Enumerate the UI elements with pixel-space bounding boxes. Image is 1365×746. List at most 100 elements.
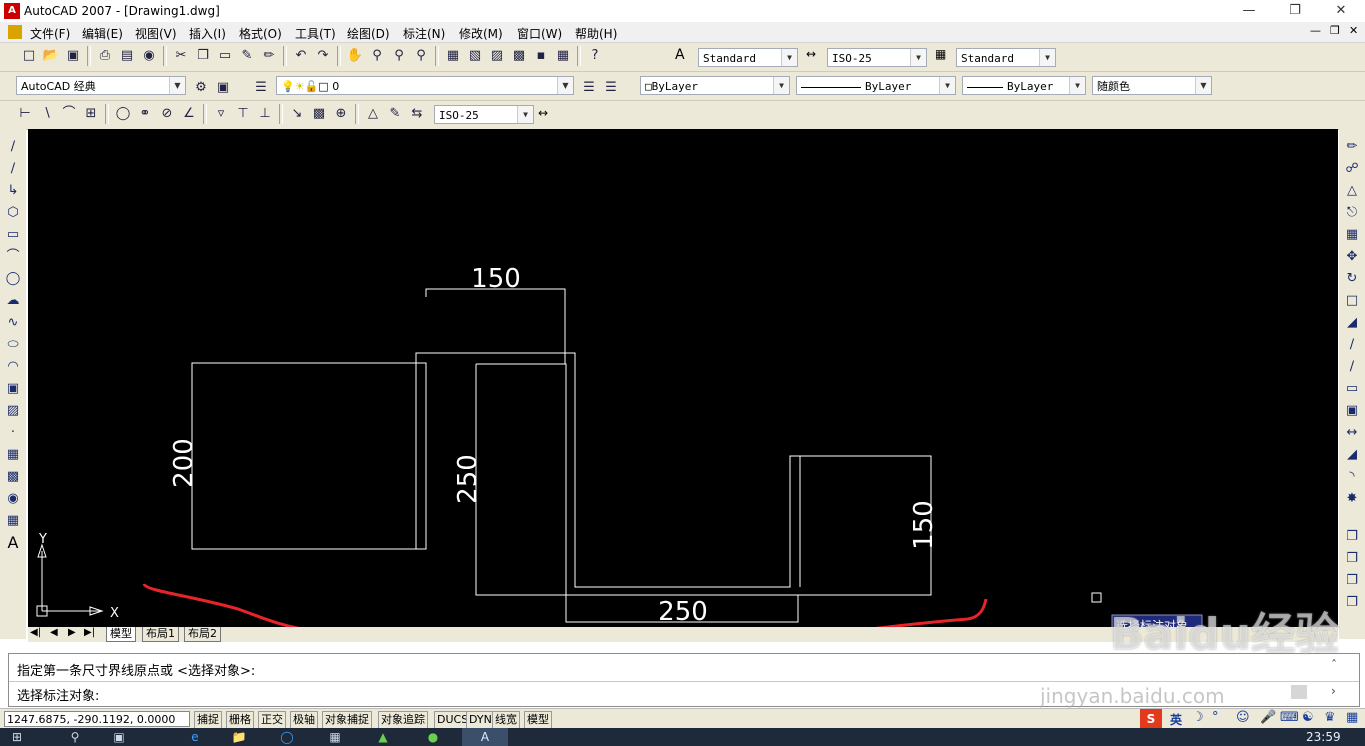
store-icon[interactable]: ▦ [318, 728, 352, 746]
shirt-icon[interactable]: ♛ [1324, 710, 1336, 725]
sogou-ime-icon[interactable]: S [1140, 709, 1162, 729]
start-icon[interactable]: ⊞ [0, 728, 34, 746]
emoji-icon[interactable]: ☺ [1236, 710, 1250, 725]
draworder-under-icon[interactable]: ❐ [1342, 593, 1362, 613]
document-icon[interactable] [8, 25, 22, 39]
doc-close-button[interactable]: ✕ [1349, 24, 1358, 37]
open-icon[interactable]: 📂 [41, 46, 61, 66]
offset-icon[interactable]: ⎋ [1342, 203, 1362, 223]
status-lineweight-button[interactable]: 线宽 [492, 711, 520, 729]
toolbox-icon[interactable]: ▦ [1346, 710, 1358, 725]
arc-icon[interactable]: ⌒ [3, 247, 23, 267]
properties-icon[interactable]: ▦ [443, 46, 463, 66]
revision-cloud-icon[interactable]: ☁ [3, 291, 23, 311]
stretch-icon[interactable]: ◢ [1342, 313, 1362, 333]
dim-style-select[interactable]: ISO-25 ▼ [827, 48, 927, 67]
construction-line-icon[interactable]: ∕ [3, 159, 23, 179]
task-view-icon[interactable]: ▣ [102, 728, 136, 746]
moon-icon[interactable]: ☽ [1192, 710, 1204, 725]
restore-button[interactable]: ❐ [1272, 0, 1318, 22]
zoom-window-icon[interactable]: ⚲ [389, 46, 409, 66]
chamfer-icon[interactable]: ◢ [1342, 445, 1362, 465]
trim-icon[interactable]: ∕ [1342, 335, 1362, 355]
status-osnap-button[interactable]: 对象捕捉 [322, 711, 372, 729]
insert-block-icon[interactable]: ▣ [3, 379, 23, 399]
undo-icon[interactable]: ↶ [291, 46, 311, 66]
status-model-button[interactable]: 模型 [524, 711, 552, 729]
multiline-text-icon[interactable]: A [3, 533, 23, 553]
status-snap-button[interactable]: 捕捉 [194, 711, 222, 729]
cut-icon[interactable]: ✂ [171, 46, 191, 66]
minimize-button[interactable]: — [1226, 0, 1272, 22]
line-icon[interactable]: ∕ [3, 137, 23, 157]
edge-browser-icon[interactable]: e [178, 728, 212, 746]
dim-text-edit-icon[interactable]: ✎ [385, 104, 405, 124]
arc-length-icon[interactable]: ⌒ [59, 104, 79, 124]
app-icon-2[interactable]: ● [416, 728, 450, 746]
make-current-layer-icon[interactable]: ☰ [579, 78, 599, 98]
erase-icon[interactable]: ✏ [1342, 137, 1362, 157]
zoom-realtime-icon[interactable]: ⚲ [367, 46, 387, 66]
tab-nav-next-icon[interactable]: ▶ [68, 627, 76, 638]
rotate-icon[interactable]: ↻ [1342, 269, 1362, 289]
fillet-icon[interactable]: ◝ [1342, 467, 1362, 487]
zoom-previous-icon[interactable]: ⚲ [411, 46, 431, 66]
close-button[interactable]: ✕ [1318, 0, 1364, 22]
ellipse-icon[interactable]: ⬭ [3, 335, 23, 355]
tab-nav-first-icon[interactable]: ◀| [30, 627, 41, 638]
redo-icon[interactable]: ↷ [313, 46, 333, 66]
radius-dim-icon[interactable]: ◯ [113, 104, 133, 124]
status-ortho-button[interactable]: 正交 [258, 711, 286, 729]
draworder-back-icon[interactable]: ❐ [1342, 549, 1362, 569]
quick-dim-icon[interactable]: ▿ [211, 104, 231, 124]
array-icon[interactable]: ▦ [1342, 225, 1362, 245]
tab-nav-prev-icon[interactable]: ◀ [50, 627, 58, 638]
dim-update-icon[interactable]: ⇆ [407, 104, 427, 124]
pan-icon[interactable]: ✋ [345, 46, 365, 66]
jogged-dim-icon[interactable]: ⚭ [135, 104, 155, 124]
file-explorer-icon[interactable]: 📁 [222, 728, 256, 746]
match-properties-icon[interactable]: ✎ [237, 46, 257, 66]
save-icon[interactable]: ▣ [63, 46, 83, 66]
polyline-icon[interactable]: ↳ [3, 181, 23, 201]
menu-help[interactable]: 帮助(H) [575, 25, 617, 42]
menu-modify[interactable]: 修改(M) [459, 25, 503, 42]
join-icon[interactable]: ↔ [1342, 423, 1362, 443]
center-mark-icon[interactable]: ⊕ [331, 104, 351, 124]
status-grid-button[interactable]: 栅格 [226, 711, 254, 729]
status-dyn-button[interactable]: DYN [466, 711, 495, 729]
doc-restore-button[interactable]: ❐ [1330, 24, 1340, 37]
new-icon[interactable]: □ [19, 46, 39, 66]
region-icon[interactable]: ◉ [3, 489, 23, 509]
plotstyle-select[interactable]: 随颜色 ▼ [1092, 76, 1212, 95]
keyboard-icon[interactable]: ⌨ [1280, 710, 1299, 725]
tab-layout1[interactable]: 布局1 [142, 627, 179, 642]
autocad-taskbar-button[interactable]: A [462, 728, 508, 746]
command-prompt[interactable]: 选择标注对象: [17, 685, 99, 704]
design-center-icon[interactable]: ▧ [465, 46, 485, 66]
diameter-dim-icon[interactable]: ⊘ [157, 104, 177, 124]
status-polar-button[interactable]: 极轴 [290, 711, 318, 729]
menu-view[interactable]: 视图(V) [135, 25, 177, 42]
move-icon[interactable]: ✥ [1342, 247, 1362, 267]
workspace-select[interactable]: AutoCAD 经典 ▼ [16, 76, 186, 95]
menu-tools[interactable]: 工具(T) [295, 25, 336, 42]
hatch-icon[interactable]: ▦ [3, 445, 23, 465]
drawing-canvas[interactable]: 150 200 250 150 250 Y X 选择标注对象 [28, 129, 1338, 645]
leader-icon[interactable]: ↘ [287, 104, 307, 124]
ellipse-arc-icon[interactable]: ◠ [3, 357, 23, 377]
explode-icon[interactable]: ✸ [1342, 489, 1362, 509]
menu-file[interactable]: 文件(F) [30, 25, 70, 42]
print-icon[interactable]: ⎙ [95, 46, 115, 66]
tab-nav-last-icon[interactable]: ▶| [84, 627, 95, 638]
scrollbar-thumb[interactable] [1291, 685, 1307, 699]
layer-select[interactable]: 💡☀🔓□ 0 ▼ [276, 76, 574, 95]
linetype-select[interactable]: ByLayer ▼ [796, 76, 956, 95]
table-icon[interactable]: ▦ [3, 511, 23, 531]
microphone-icon[interactable]: 🎤 [1260, 710, 1276, 725]
search-icon[interactable]: ⚲ [58, 728, 92, 746]
publish-icon[interactable]: ◉ [139, 46, 159, 66]
menu-window[interactable]: 窗口(W) [517, 25, 562, 42]
clock-time[interactable]: 23:59 [1306, 730, 1341, 744]
layer-previous-icon[interactable]: ☰ [601, 78, 621, 98]
